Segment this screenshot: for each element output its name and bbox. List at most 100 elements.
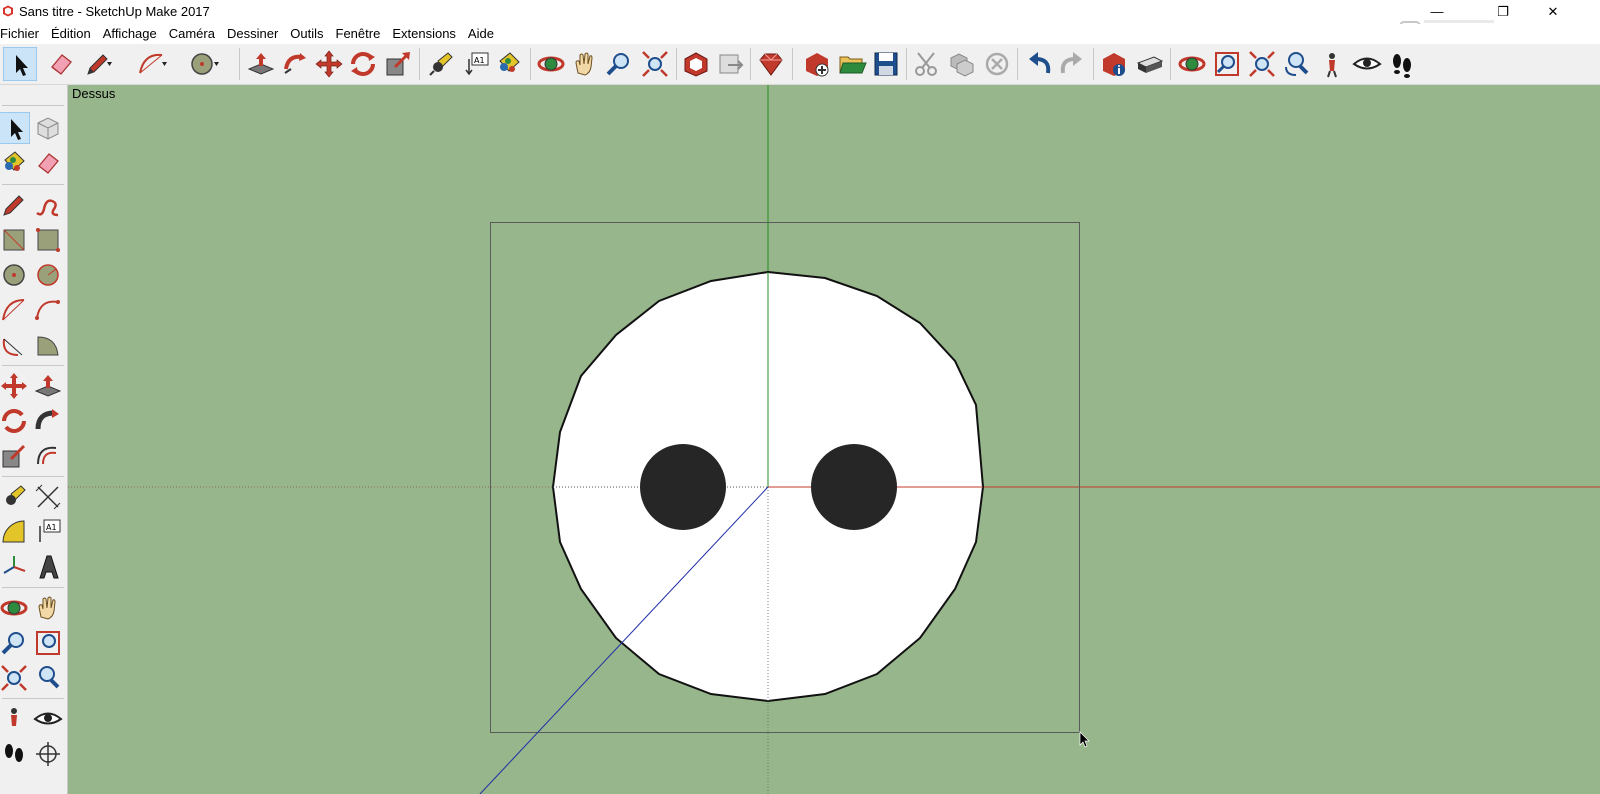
left-3point-arc-button[interactable] [0, 329, 30, 361]
left-offset-tool-button[interactable] [32, 440, 64, 472]
menu-dessiner[interactable]: Dessiner [221, 24, 284, 44]
undo-button[interactable] [1022, 47, 1056, 81]
new-document-icon [806, 53, 829, 77]
svg-text:A1: A1 [474, 56, 485, 65]
menu-camera[interactable]: Caméra [163, 24, 221, 44]
left-text-tool-button[interactable]: A1 [32, 516, 64, 548]
left-pie-tool-button[interactable] [32, 329, 64, 361]
push-pull-tool-button[interactable] [244, 47, 278, 81]
cut-button[interactable] [910, 47, 944, 81]
left-select-tool-button[interactable] [0, 112, 30, 144]
warehouse-button[interactable] [679, 47, 713, 81]
left-previous-view-button[interactable] [32, 662, 64, 694]
scale-tool-button[interactable] [381, 47, 415, 81]
follow-me-tool-button[interactable] [278, 47, 312, 81]
left-hole[interactable] [640, 444, 726, 530]
model-scene[interactable] [68, 85, 1600, 794]
minimize-button[interactable]: — [1414, 0, 1460, 24]
left-rectangle-tool-button[interactable] [0, 224, 30, 256]
menu-fichier[interactable]: Fichier [0, 24, 45, 44]
left-zoom-button[interactable] [0, 627, 30, 659]
left-rotated-rectangle-button[interactable] [32, 224, 64, 256]
restore-button[interactable]: ❐ [1480, 0, 1526, 24]
orbit-tool-button-2[interactable] [1175, 47, 1209, 81]
look-around-button[interactable] [1350, 47, 1384, 81]
move-tool-button[interactable] [312, 47, 346, 81]
menu-extensions[interactable]: Extensions [386, 24, 462, 44]
left-move-tool-button[interactable] [0, 370, 30, 402]
left-rotate-tool-button[interactable] [0, 405, 30, 437]
select-tool-button[interactable] [3, 47, 37, 81]
left-dimension-tool-button[interactable] [32, 481, 64, 513]
position-camera-button[interactable] [1315, 47, 1349, 81]
left-pan-button[interactable] [32, 592, 64, 624]
left-position-camera-button[interactable] [0, 703, 30, 735]
delete-button[interactable] [980, 47, 1014, 81]
3d-warehouse-icon [684, 52, 708, 77]
zoom-window-icon [1215, 52, 1239, 76]
eraser-tool-button[interactable] [44, 47, 78, 81]
previous-view-button[interactable] [1280, 47, 1314, 81]
menu-affichage[interactable]: Affichage [97, 24, 163, 44]
circle-tool-button[interactable] [186, 47, 220, 81]
left-look-around-button[interactable] [32, 703, 64, 735]
right-hole[interactable] [811, 444, 897, 530]
share-model-button[interactable] [714, 47, 748, 81]
left-scale-tool-button[interactable] [0, 440, 30, 472]
left-section-plane-button[interactable] [32, 738, 64, 770]
left-protractor-button[interactable] [0, 516, 30, 548]
left-line-tool-button[interactable] [0, 189, 30, 221]
close-button[interactable]: ✕ [1530, 0, 1576, 24]
zoom-tool-button[interactable] [602, 47, 636, 81]
left-walk-button[interactable] [0, 738, 30, 770]
orbit-tool-button[interactable] [534, 47, 568, 81]
save-button[interactable] [869, 47, 903, 81]
left-tape-measure-button[interactable] [0, 481, 30, 513]
tape-measure-tool-button[interactable] [424, 47, 458, 81]
left-paint-bucket-button[interactable] [0, 147, 30, 179]
left-arc-tool-button[interactable] [0, 294, 30, 326]
tape-measure-icon [429, 52, 453, 76]
left-polygon-tool-button[interactable] [32, 259, 64, 291]
left-2point-arc-button[interactable] [32, 294, 64, 326]
menu-edition[interactable]: Édition [45, 24, 97, 44]
paint-bucket-tool-button[interactable] [492, 47, 526, 81]
left-zoom-window-button[interactable] [32, 627, 64, 659]
left-freehand-tool-button[interactable] [32, 189, 64, 221]
open-file-button[interactable] [835, 47, 869, 81]
zoom-window-tool-button[interactable] [1210, 47, 1244, 81]
left-follow-me-button[interactable] [32, 405, 64, 437]
push-pull-icon [34, 375, 62, 397]
extension-warehouse-button[interactable] [754, 47, 788, 81]
left-orbit-button[interactable] [0, 592, 30, 624]
left-make-component-button[interactable] [32, 112, 64, 144]
rotate-tool-button[interactable] [346, 47, 380, 81]
arc-tool-button[interactable] [134, 47, 168, 81]
component-cube-icon [37, 117, 59, 140]
tape-measure-icon [6, 485, 26, 505]
left-zoom-extents-button[interactable] [0, 662, 30, 694]
menu-outils[interactable]: Outils [284, 24, 329, 44]
line-tool-button[interactable] [80, 47, 114, 81]
copy-button[interactable] [945, 47, 979, 81]
printer-icon [1136, 56, 1164, 73]
walk-button[interactable] [1385, 47, 1419, 81]
model-info-button[interactable] [1097, 47, 1131, 81]
left-push-pull-button[interactable] [32, 370, 64, 402]
text-tool-button[interactable]: A1 [460, 47, 494, 81]
pan-tool-button[interactable] [568, 47, 602, 81]
zoom-extents-tool-button[interactable] [638, 47, 672, 81]
redo-button[interactable] [1055, 47, 1089, 81]
zoom-extents-tool-button-2[interactable] [1245, 47, 1279, 81]
left-eraser-button[interactable] [32, 147, 64, 179]
left-axes-tool-button[interactable] [0, 551, 30, 583]
left-3d-text-button[interactable] [32, 551, 64, 583]
print-button[interactable] [1132, 47, 1166, 81]
new-file-button[interactable] [800, 47, 834, 81]
left-circle-tool-button[interactable] [0, 259, 30, 291]
drawing-viewport[interactable]: Dessus [68, 85, 1600, 794]
menu-aide[interactable]: Aide [462, 24, 500, 44]
rectangle-icon [3, 229, 25, 251]
menu-fenetre[interactable]: Fenêtre [330, 24, 387, 44]
three-point-arc-icon [2, 338, 23, 356]
